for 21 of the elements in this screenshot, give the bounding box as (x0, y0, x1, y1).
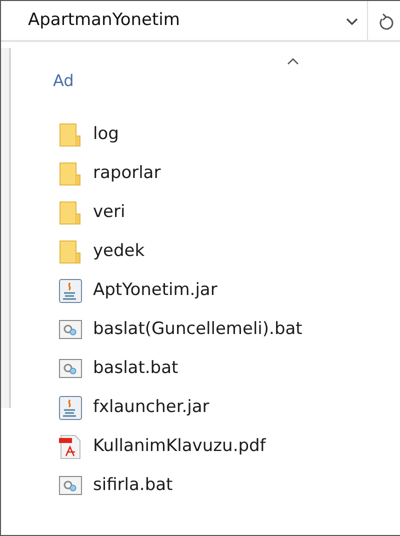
java-file-icon (58, 394, 83, 420)
refresh-icon[interactable] (378, 12, 394, 30)
file-name[interactable]: veri (93, 200, 126, 226)
file-name[interactable]: raporlar (93, 160, 161, 186)
folder-icon (58, 122, 83, 148)
address-path[interactable]: ApartmanYonetim (1, 8, 345, 34)
file-name[interactable]: log (93, 122, 119, 148)
pdf-file-icon (58, 434, 83, 460)
name-column-header[interactable]: Ad (53, 69, 74, 93)
file-name[interactable]: baslat.bat (93, 356, 178, 382)
java-file-icon (58, 278, 83, 304)
file-name[interactable]: fxlauncher.jar (93, 394, 210, 420)
folder-icon (58, 238, 83, 264)
folder-icon (58, 200, 83, 226)
file-name[interactable]: yedek (93, 238, 145, 264)
file-name[interactable]: baslat(Guncellemeli).bat (93, 316, 302, 342)
folder-icon (58, 160, 83, 186)
file-name[interactable]: KullanimKlavuzu.pdf (93, 434, 266, 460)
dropdown-chevron-icon[interactable] (345, 16, 359, 26)
file-name[interactable]: AptYonetim.jar (93, 278, 218, 304)
file-name[interactable]: sifirla.bat (93, 472, 173, 498)
